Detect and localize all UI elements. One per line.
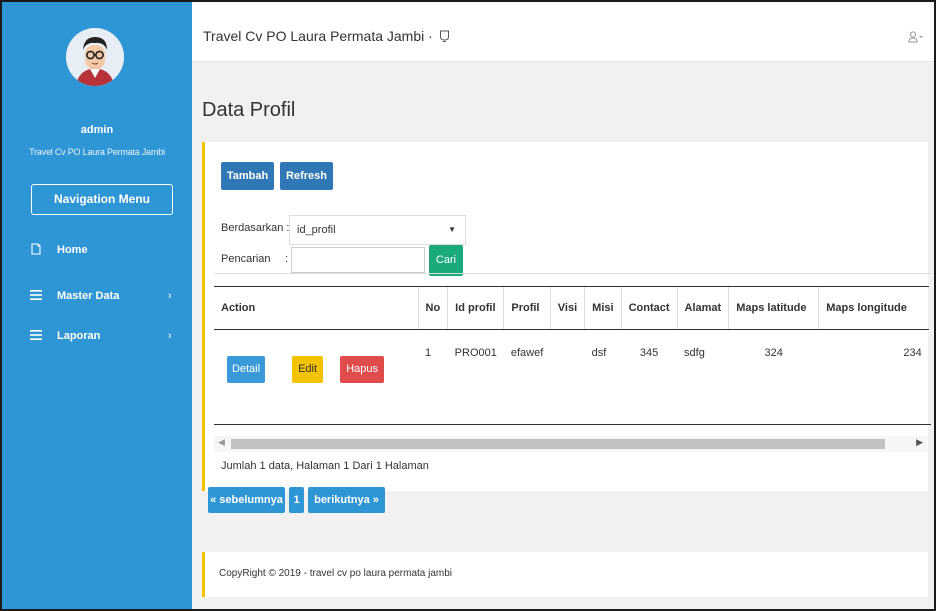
sidebar-item-home[interactable]: Home bbox=[2, 238, 192, 262]
cell-visi bbox=[550, 329, 585, 398]
detail-button[interactable]: Detail bbox=[227, 356, 265, 384]
col-header-action: Action bbox=[214, 286, 418, 330]
user-name: admin bbox=[80, 124, 114, 136]
cell-maps-longitude: 234 bbox=[818, 329, 929, 398]
search-input[interactable] bbox=[291, 247, 425, 273]
pagination-summary: Jumlah 1 data, Halaman 1 Dari 1 Halaman bbox=[221, 460, 429, 472]
app-title: Travel Cv PO Laura Permata Jambi · bbox=[203, 28, 450, 46]
avatar bbox=[66, 28, 124, 86]
cell-profil: efawef bbox=[503, 329, 551, 398]
cell-id-profil: PRO001 bbox=[447, 329, 504, 398]
col-header-maps-latitude: Maps latitude bbox=[728, 286, 819, 330]
chevron-right-icon: › bbox=[168, 290, 172, 302]
horizontal-scrollbar[interactable]: ◀ ▶ bbox=[214, 436, 927, 452]
data-panel: Tambah Refresh Berdasarkan : id_profil ▼… bbox=[202, 142, 931, 491]
search-colon: : bbox=[285, 253, 289, 265]
app-frame: admin Travel Cv PO Laura Permata Jambi N… bbox=[0, 0, 936, 611]
user-dropdown-icon[interactable] bbox=[908, 31, 924, 46]
col-header-alamat: Alamat bbox=[676, 286, 729, 330]
scroll-left-icon[interactable]: ◀ bbox=[218, 437, 225, 448]
col-header-maps-longitude: Maps longitude bbox=[818, 286, 929, 330]
col-header-profil: Profil bbox=[503, 286, 551, 330]
edit-button[interactable]: Edit bbox=[292, 356, 324, 384]
cell-maps-latitude: 324 bbox=[728, 329, 819, 398]
user-organization: Travel Cv PO Laura Permata Jambi bbox=[29, 147, 165, 157]
data-table-wrapper: Action No Id profil Profil Visi Misi Con… bbox=[214, 273, 931, 425]
col-header-misi: Misi bbox=[584, 286, 622, 330]
pagination: « sebelumnya 1 berikutnya » bbox=[208, 487, 389, 513]
app-title-text: Travel Cv PO Laura Permata Jambi · bbox=[203, 28, 433, 44]
home-icon bbox=[29, 242, 43, 258]
refresh-button[interactable]: Refresh bbox=[280, 162, 333, 190]
search-label: Pencarian bbox=[221, 253, 271, 265]
cell-no: 1 bbox=[418, 329, 448, 398]
search-button[interactable]: Cari bbox=[429, 245, 463, 276]
col-header-no: No bbox=[417, 286, 448, 330]
cell-misi: dsf bbox=[584, 329, 622, 398]
prev-page-button[interactable]: « sebelumnya bbox=[208, 487, 285, 513]
action-cell: Detail Edit Hapus bbox=[214, 329, 418, 398]
col-header-contact: Contact bbox=[620, 286, 678, 330]
filter-by-select[interactable]: id_profil ▼ bbox=[289, 215, 466, 245]
footer-copyright: CopyRight © 2019 - travel cv po laura pe… bbox=[219, 568, 453, 579]
navigation-menu-button[interactable]: Navigation Menu bbox=[31, 184, 173, 215]
add-button[interactable]: Tambah bbox=[221, 162, 274, 190]
sidebar: admin Travel Cv PO Laura Permata Jambi N… bbox=[2, 2, 192, 609]
chevron-right-icon: › bbox=[168, 330, 172, 342]
topbar: Travel Cv PO Laura Permata Jambi · bbox=[192, 2, 934, 62]
avatar-icon bbox=[66, 28, 124, 86]
main-content: Data Profil Tambah Refresh Berdasarkan :… bbox=[192, 62, 934, 609]
filter-by-label: Berdasarkan : bbox=[221, 222, 290, 234]
col-header-id-profil: Id profil bbox=[447, 286, 504, 330]
sidebar-item-laporan[interactable]: Laporan › bbox=[2, 324, 192, 348]
list-icon bbox=[29, 289, 43, 303]
cell-alamat: sdfg bbox=[677, 329, 729, 398]
table-row: Detail Edit Hapus 1 PRO001 efawef dsf 34… bbox=[214, 329, 929, 398]
bell-icon[interactable] bbox=[439, 30, 450, 46]
scrollbar-thumb[interactable] bbox=[231, 439, 885, 449]
sidebar-item-label: Laporan bbox=[57, 330, 101, 342]
sidebar-item-label: Home bbox=[57, 244, 88, 256]
page-1-button[interactable]: 1 bbox=[289, 487, 304, 513]
scroll-right-icon[interactable]: ▶ bbox=[916, 437, 923, 448]
footer: CopyRight © 2019 - travel cv po laura pe… bbox=[202, 552, 928, 597]
page-title: Data Profil bbox=[202, 99, 296, 121]
next-page-button[interactable]: berikutnya » bbox=[308, 487, 385, 513]
sidebar-item-label: Master Data bbox=[57, 290, 120, 302]
list-icon bbox=[29, 329, 43, 343]
dropdown-arrow-icon: ▼ bbox=[448, 225, 456, 234]
col-header-visi: Visi bbox=[549, 286, 585, 330]
data-table: Action No Id profil Profil Visi Misi Con… bbox=[214, 286, 929, 398]
filter-by-value: id_profil bbox=[297, 224, 336, 236]
sidebar-item-master-data[interactable]: Master Data › bbox=[2, 284, 192, 308]
delete-button[interactable]: Hapus bbox=[340, 356, 385, 384]
cell-contact: 345 bbox=[621, 329, 678, 398]
